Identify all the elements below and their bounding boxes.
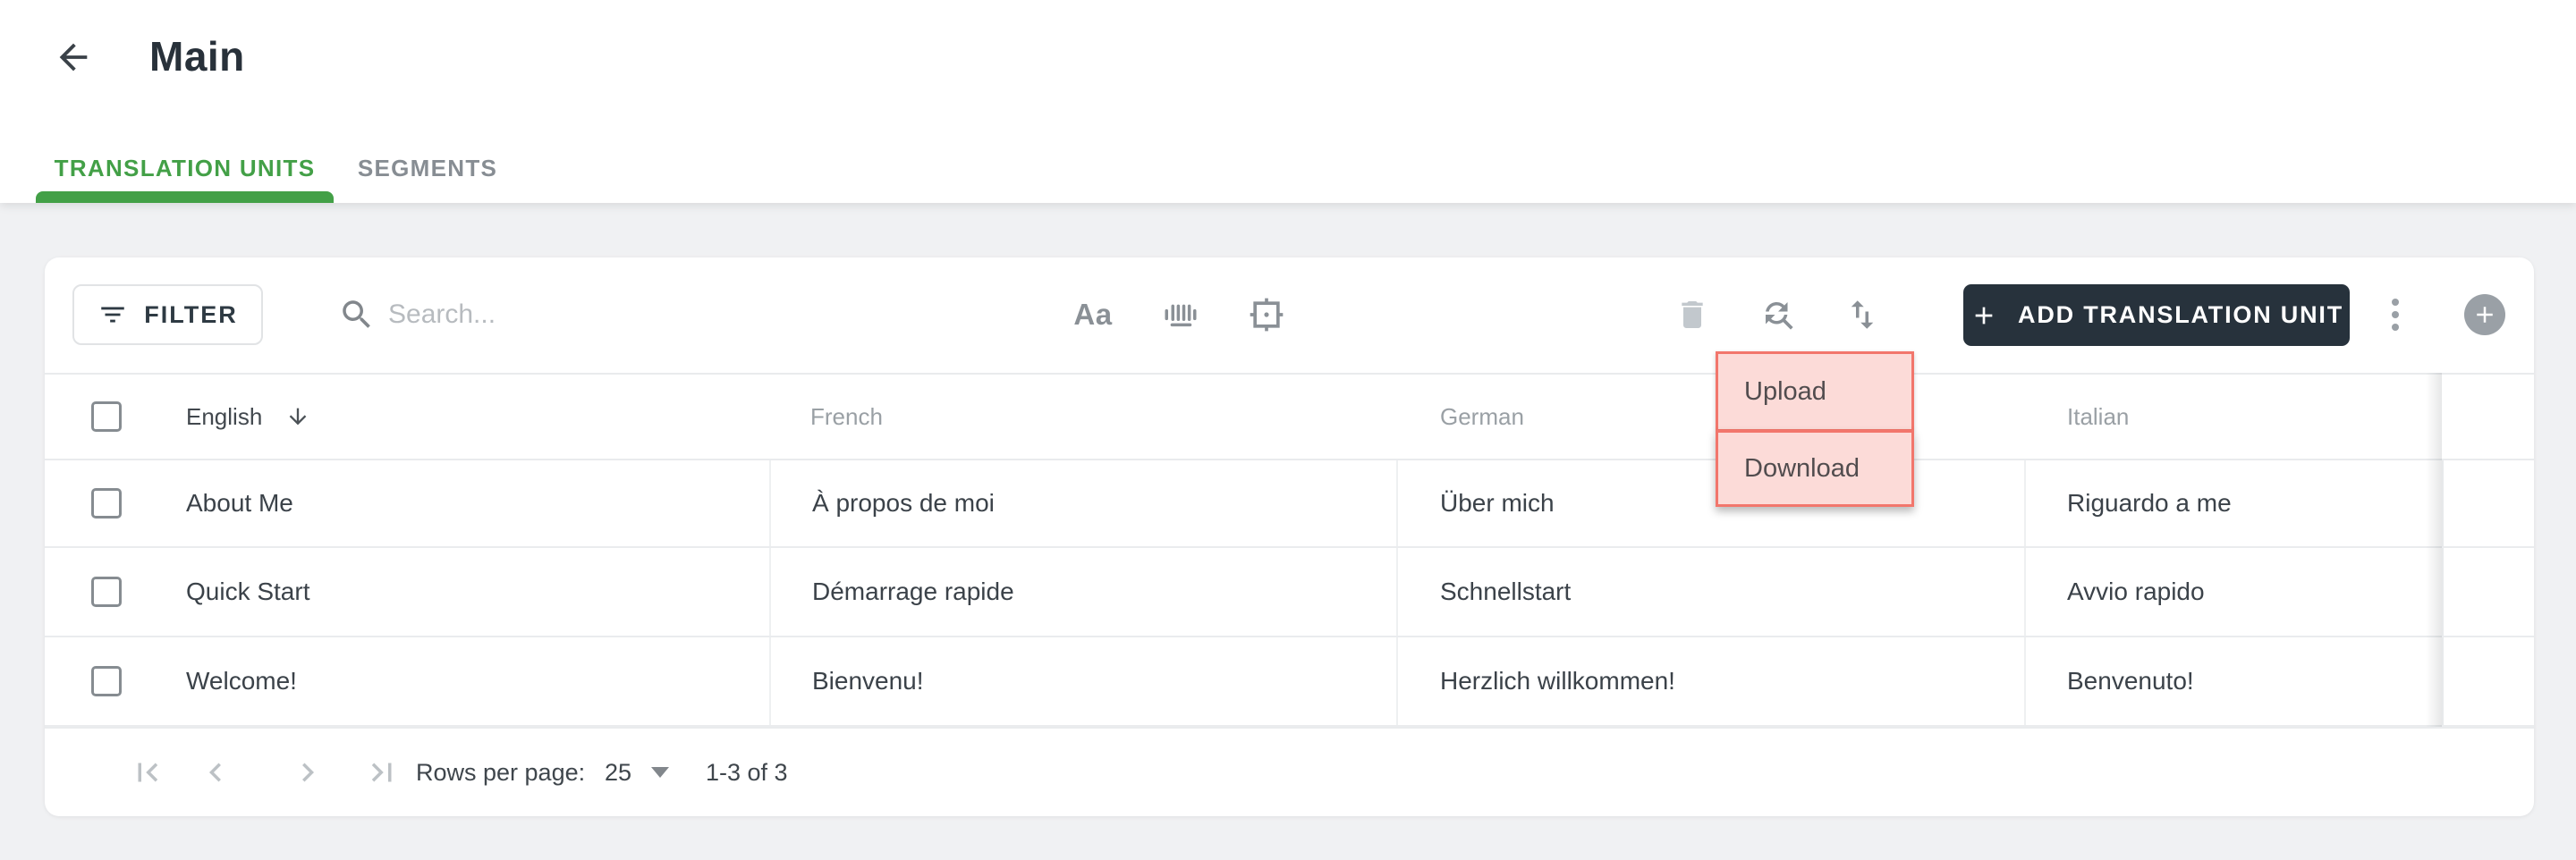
frame-crosshair-icon — [1247, 295, 1286, 334]
column-label: Italian — [2067, 402, 2130, 430]
row-checkbox[interactable] — [91, 666, 122, 696]
cell-text: Avvio rapido — [2067, 578, 2205, 605]
column-header-english[interactable]: English — [186, 375, 310, 459]
table-row[interactable]: Welcome! Bienvenu! Herzlich willkommen! … — [45, 637, 2534, 727]
search-icon — [338, 296, 376, 333]
last-page-icon — [363, 754, 401, 791]
cell-text: Welcome! — [186, 667, 297, 695]
cell-english: Welcome! — [45, 637, 769, 725]
cell-text: Benvenuto! — [2067, 667, 2194, 695]
tab-segments[interactable]: SEGMENTS — [356, 134, 499, 203]
cell-actions — [2442, 637, 2534, 725]
match-case-icon: Aa — [1073, 298, 1113, 331]
menu-item-download[interactable]: Download — [1716, 430, 1914, 507]
add-button-label: ADD TRANSLATION UNIT — [2018, 301, 2343, 328]
plus-icon — [2471, 301, 2498, 328]
next-page-button[interactable] — [287, 752, 328, 793]
table-header-row: English French German Italian — [45, 373, 2534, 460]
plus-icon — [1970, 301, 1998, 330]
chevron-left-icon — [197, 754, 234, 791]
rows-per-page-label: Rows per page: — [416, 758, 586, 786]
row-checkbox[interactable] — [91, 488, 122, 519]
caret-down-icon — [651, 767, 670, 778]
cell-italian: Avvio rapido — [2024, 548, 2442, 636]
active-tab-indicator — [36, 191, 334, 203]
rows-per-page-select[interactable]: 25 — [592, 729, 670, 816]
cell-italian: Riguardo a me — [2024, 460, 2442, 546]
cell-text: Démarrage rapide — [812, 578, 1014, 605]
barcode-toggle[interactable] — [1154, 288, 1208, 341]
table-toolbar: FILTER Aa — [45, 257, 2534, 373]
selection-frame-toggle[interactable] — [1240, 288, 1293, 341]
table-footer: Rows per page: 25 1-3 of 3 — [45, 727, 2534, 816]
column-label: English — [186, 402, 263, 430]
cell-french: Démarrage rapide — [769, 548, 1396, 636]
translation-units-card: FILTER Aa — [45, 257, 2534, 816]
sort-desc-icon — [285, 404, 310, 429]
cell-french: À propos de moi — [769, 460, 1396, 546]
cell-text: Quick Start — [186, 578, 310, 605]
back-button[interactable] — [50, 34, 97, 80]
more-options-button[interactable] — [2368, 288, 2422, 341]
column-label: German — [1440, 402, 1524, 430]
tab-translation-units[interactable]: TRANSLATION UNITS — [36, 134, 334, 203]
kebab-dot — [2392, 311, 2399, 318]
trash-icon — [1674, 297, 1710, 333]
column-label: French — [810, 402, 883, 430]
import-export-icon — [1843, 296, 1881, 333]
find-replace-icon — [1759, 296, 1797, 333]
cell-actions — [2442, 548, 2534, 636]
cell-german: Schnellstart — [1396, 548, 2024, 636]
column-header-french[interactable]: French — [810, 375, 883, 459]
import-export-button[interactable] — [1835, 288, 1889, 341]
rows-per-page-value: 25 — [605, 758, 632, 786]
filter-icon — [97, 299, 128, 330]
cell-french: Bienvenu! — [769, 637, 1396, 725]
menu-item-upload[interactable]: Upload — [1716, 351, 1914, 432]
row-checkbox[interactable] — [91, 577, 122, 607]
kebab-dot — [2392, 299, 2399, 306]
kebab-dot — [2392, 324, 2399, 331]
tab-label: TRANSLATION UNITS — [54, 155, 316, 181]
cell-english: Quick Start — [45, 548, 769, 636]
page-title: Main — [149, 33, 245, 80]
cell-text: À propos de moi — [812, 489, 995, 517]
cell-actions — [2442, 460, 2534, 546]
cell-german: Herzlich willkommen! — [1396, 637, 2024, 725]
first-page-button[interactable] — [127, 752, 168, 793]
previous-page-button[interactable] — [195, 752, 236, 793]
cell-text: Schnellstart — [1440, 578, 1572, 605]
delete-button[interactable] — [1665, 288, 1719, 341]
cell-text: Riguardo a me — [2067, 489, 2232, 517]
arrow-back-icon — [53, 37, 94, 78]
match-case-toggle[interactable]: Aa — [1066, 288, 1120, 341]
cell-text: Bienvenu! — [812, 667, 924, 695]
add-circle-button[interactable] — [2464, 294, 2505, 335]
menu-item-label: Upload — [1744, 376, 1826, 406]
chevron-right-icon — [289, 754, 326, 791]
last-page-button[interactable] — [361, 752, 402, 793]
select-all-checkbox[interactable] — [91, 401, 122, 432]
first-page-icon — [129, 754, 166, 791]
cell-english: About Me — [45, 460, 769, 546]
cell-text: Über mich — [1440, 489, 1555, 517]
filter-button-label: FILTER — [144, 300, 238, 328]
app-header: Main TRANSLATION UNITS SEGMENTS — [0, 0, 2576, 203]
search-input[interactable] — [388, 288, 979, 341]
page-range-label: 1-3 of 3 — [706, 758, 788, 786]
tab-label: SEGMENTS — [357, 155, 498, 181]
find-replace-button[interactable] — [1751, 288, 1805, 341]
column-header-german[interactable]: German — [1440, 375, 1524, 459]
cell-text: About Me — [186, 489, 293, 517]
cell-italian: Benvenuto! — [2024, 637, 2442, 725]
table-row[interactable]: About Me À propos de moi Über mich Rigua… — [45, 460, 2534, 548]
column-header-italian[interactable]: Italian — [2067, 375, 2129, 459]
cell-german: Über mich — [1396, 460, 2024, 546]
menu-item-label: Download — [1744, 453, 1860, 483]
filter-button[interactable]: FILTER — [72, 284, 263, 345]
cell-text: Herzlich willkommen! — [1440, 667, 1675, 695]
barcode-icon — [1162, 296, 1199, 333]
add-translation-unit-button[interactable]: ADD TRANSLATION UNIT — [1963, 284, 2350, 346]
table-row[interactable]: Quick Start Démarrage rapide Schnellstar… — [45, 548, 2534, 637]
